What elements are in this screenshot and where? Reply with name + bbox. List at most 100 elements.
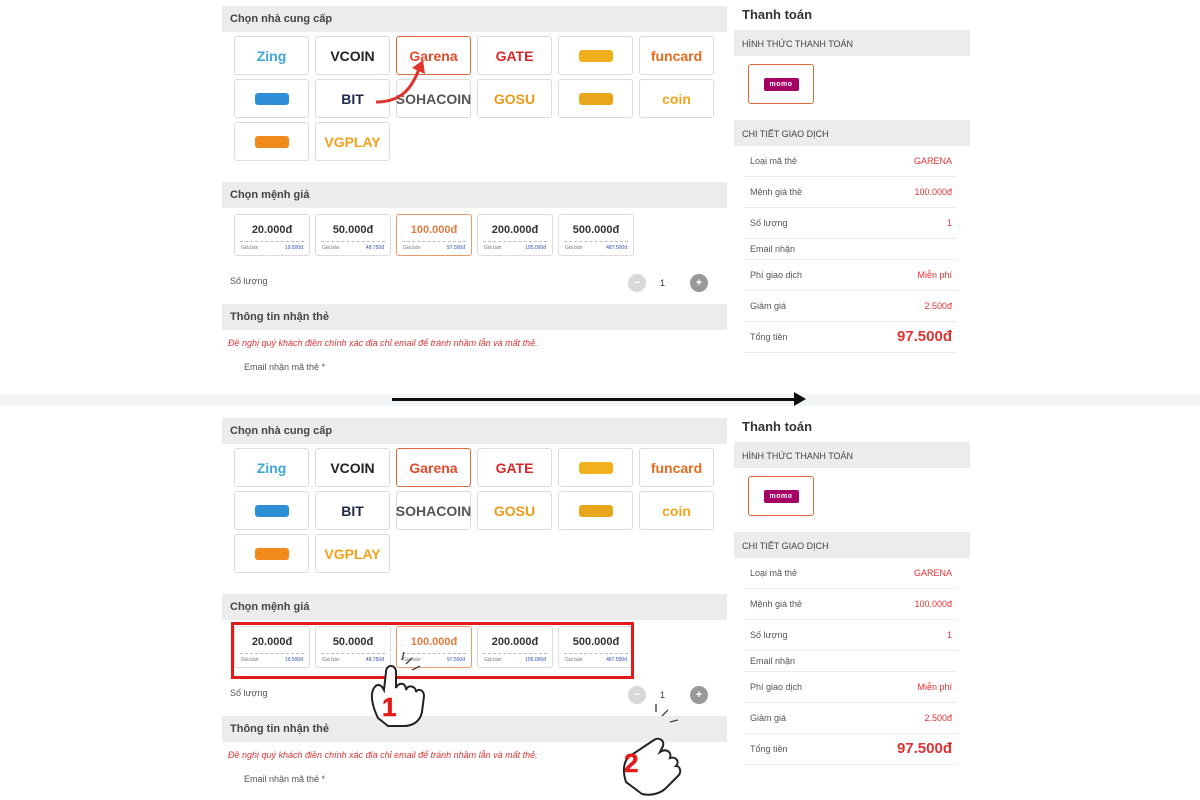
- detail-row: Mệnh giá thẻ 100.000đ: [744, 177, 958, 208]
- recipient-heading: Thông tin nhận thẻ: [222, 716, 727, 742]
- provider-zzgame-logo[interactable]: [234, 122, 309, 161]
- provider-vgplay-logo[interactable]: VGPLAY: [315, 534, 390, 573]
- quantity-decrease-button[interactable]: −: [628, 686, 646, 704]
- oncash-logo: [578, 504, 613, 517]
- provider-gate-logo[interactable]: GATE: [477, 36, 552, 75]
- quantity-row: Số lượng − 1 +: [222, 676, 727, 716]
- sale-price-label: Giá bán: [565, 245, 583, 251]
- appota-logo: [254, 504, 289, 517]
- provider-sohacoin-logo[interactable]: SOHACOIN: [396, 79, 471, 118]
- funcard-logo: funcard: [650, 47, 703, 64]
- gosu-logo: GOSU: [493, 502, 536, 519]
- sale-price-value: 487.500đ: [606, 245, 627, 251]
- detail-row: Loại mã thẻ GARENA: [744, 558, 958, 589]
- detail-key: Giảm giá: [750, 301, 787, 311]
- vgplay-logo: VGPLAY: [324, 545, 381, 562]
- detail-key: Loại mã thẻ: [750, 156, 798, 166]
- provider-zing-logo[interactable]: Zing: [234, 36, 309, 75]
- zing-logo: Zing: [256, 47, 287, 64]
- provider-bit-logo[interactable]: BIT: [315, 491, 390, 530]
- denomination-option[interactable]: 50.000đ Giá bán 48.750đ: [315, 214, 391, 256]
- provider-zing-logo[interactable]: Zing: [234, 448, 309, 487]
- denomination-divider: [564, 241, 628, 242]
- detail-value: Miễn phí: [917, 270, 952, 280]
- provider-oncash-logo[interactable]: [558, 491, 633, 530]
- momo-payment-option[interactable]: momo: [748, 476, 814, 516]
- detail-value: 100.000đ: [914, 187, 952, 197]
- provider-vcoin-logo[interactable]: VCOIN: [315, 448, 390, 487]
- provider-vgplay-logo[interactable]: VGPLAY: [315, 122, 390, 161]
- quantity-label: Số lượng: [230, 688, 268, 698]
- payment-title: Thanh toán: [742, 419, 813, 434]
- denomination-option[interactable]: 500.000đ Giá bán 487.500đ: [558, 214, 634, 256]
- provider-funcard-logo[interactable]: funcard: [639, 36, 714, 75]
- quantity-increase-button[interactable]: +: [690, 686, 708, 704]
- detail-key: Giảm giá: [750, 713, 787, 723]
- denomination-divider: [483, 241, 547, 242]
- transaction-details-heading: CHI TIẾT GIAO DỊCH: [734, 120, 970, 146]
- sale-price-label: Giá bán: [322, 245, 340, 251]
- provider-scoin-logo[interactable]: coin: [639, 491, 714, 530]
- scoin-logo: coin: [662, 502, 691, 519]
- recipient-heading: Thông tin nhận thẻ: [222, 304, 727, 330]
- detail-row: Phí giao dịch Miễn phí: [744, 260, 958, 291]
- detail-value: 2.500đ: [924, 713, 952, 723]
- panel-before: Chọn nhà cung cấp Zing VCOIN Garena GATE fun…: [0, 0, 1200, 400]
- provider-appota-logo[interactable]: [234, 491, 309, 530]
- provider-gosu-logo[interactable]: GOSU: [477, 79, 552, 118]
- provider-gosu-logo[interactable]: GOSU: [477, 491, 552, 530]
- carrier-logo: [578, 461, 613, 474]
- denomination-option[interactable]: 20.000đ Giá bán 19.500đ: [234, 214, 310, 256]
- payment-summary: Thanh toán HÌNH THỨC THANH TOÁN momo CHI…: [734, 412, 970, 765]
- provider-vcoin-logo[interactable]: VCOIN: [315, 36, 390, 75]
- momo-payment-option[interactable]: momo: [748, 64, 814, 104]
- vgplay-logo: VGPLAY: [324, 133, 381, 150]
- denomination-divider: [402, 241, 466, 242]
- gate-logo: GATE: [495, 47, 534, 64]
- provider-zzgame-logo[interactable]: [234, 534, 309, 573]
- quantity-increase-button[interactable]: +: [690, 274, 708, 292]
- provider-carrier-logo[interactable]: [558, 448, 633, 487]
- sale-price-value: 195.000đ: [525, 245, 546, 251]
- provider-carrier-logo[interactable]: [558, 36, 633, 75]
- denomination-amount: 50.000đ: [332, 224, 374, 236]
- detail-value: 97.500đ: [896, 740, 952, 757]
- sale-price-label: Giá bán: [241, 245, 259, 251]
- quantity-row: Số lượng − 1 +: [222, 264, 727, 304]
- payment-method-heading: HÌNH THỨC THANH TOÁN: [734, 30, 970, 56]
- provider-funcard-logo[interactable]: funcard: [639, 448, 714, 487]
- quantity-value[interactable]: 1: [660, 690, 665, 700]
- provider-bit-logo[interactable]: BIT: [315, 79, 390, 118]
- email-field-label: Email nhận mã thẻ *: [244, 362, 326, 372]
- provider-garena-logo[interactable]: Garena: [396, 36, 471, 75]
- order-form: Chọn nhà cung cấp Zing VCOIN Garena GATE fun…: [222, 418, 727, 784]
- bit-logo: BIT: [341, 502, 364, 519]
- provider-gate-logo[interactable]: GATE: [477, 448, 552, 487]
- denomination-divider: [240, 241, 304, 242]
- detail-value: GARENA: [913, 568, 952, 578]
- provider-oncash-logo[interactable]: [558, 79, 633, 118]
- momo-logo: momo: [763, 77, 799, 91]
- denomination-list: 20.000đ Giá bán 19.500đ 50.000đ Giá bán 48.75…: [222, 208, 727, 264]
- provider-appota-logo[interactable]: [234, 79, 309, 118]
- sale-price-label: Giá bán: [484, 245, 502, 251]
- provider-scoin-logo[interactable]: coin: [639, 79, 714, 118]
- quantity-decrease-button[interactable]: −: [628, 274, 646, 292]
- denomination-option[interactable]: 200.000đ Giá bán 195.000đ: [477, 214, 553, 256]
- provider-sohacoin-logo[interactable]: SOHACOIN: [396, 491, 471, 530]
- denomination-option[interactable]: 100.000đ Giá bán 97.500đ: [396, 214, 472, 256]
- order-form: Chọn nhà cung cấp Zing VCOIN Garena GATE fun…: [222, 6, 727, 372]
- provider-garena-logo[interactable]: Garena: [396, 448, 471, 487]
- quantity-value[interactable]: 1: [660, 278, 665, 288]
- detail-key: Mệnh giá thẻ: [750, 187, 803, 197]
- email-field-label: Email nhận mã thẻ *: [244, 774, 326, 784]
- payment-method-heading: HÌNH THỨC THANH TOÁN: [734, 442, 970, 468]
- sale-price-label: Giá bán: [403, 245, 421, 251]
- providers-heading: Chọn nhà cung cấp: [222, 418, 727, 444]
- denomination-amount: 500.000đ: [572, 224, 620, 236]
- denominations-heading: Chọn mệnh giá: [222, 594, 727, 620]
- provider-grid: Zing VCOIN Garena GATE funcard BIT SOHACOIN GOS…: [222, 444, 727, 594]
- detail-row: Loại mã thẻ GARENA: [744, 146, 958, 177]
- payment-summary: Thanh toán HÌNH THỨC THANH TOÁN momo CHI…: [734, 0, 970, 353]
- gate-logo: GATE: [495, 459, 534, 476]
